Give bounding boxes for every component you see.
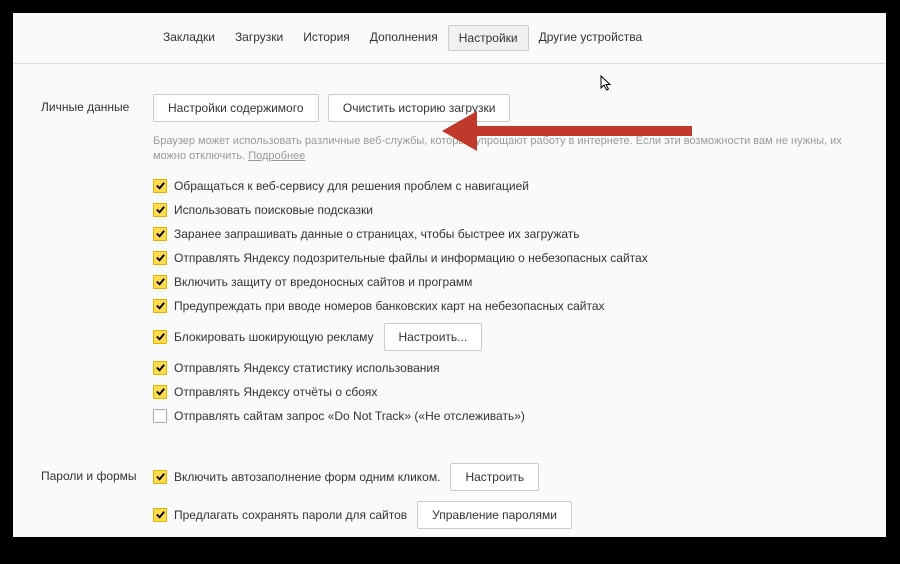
personal-row-8: Отправлять Яндексу отчёты о сбоях — [153, 385, 866, 399]
personal-checkbox-2[interactable] — [153, 227, 167, 241]
hint-text: Браузер может использовать различные веб… — [153, 134, 866, 165]
personal-label-5: Предупреждать при вводе номеров банковск… — [174, 299, 605, 313]
personal-checkbox-6[interactable] — [153, 330, 167, 344]
personal-row-7: Отправлять Яндексу статистику использова… — [153, 361, 866, 375]
personal-checkbox-4[interactable] — [153, 275, 167, 289]
personal-label-0: Обращаться к веб-сервису для решения про… — [174, 179, 529, 193]
passwords-row-0: Включить автозаполнение форм одним клико… — [153, 463, 866, 491]
clear-history-button[interactable]: Очистить историю загрузки — [328, 94, 511, 122]
personal-row-3: Отправлять Яндексу подозрительные файлы … — [153, 251, 866, 265]
tab-addons[interactable]: Дополнения — [360, 25, 448, 51]
personal-row-9: Отправлять сайтам запрос «Do Not Track» … — [153, 409, 866, 423]
personal-row-2: Заранее запрашивать данные о страницах, … — [153, 227, 866, 241]
tab-settings[interactable]: Настройки — [448, 25, 529, 51]
section-title-personal: Личные данные — [13, 94, 153, 433]
personal-label-4: Включить защиту от вредоносных сайтов и … — [174, 275, 472, 289]
content-area: Личные данные Настройки содержимого Очис… — [13, 64, 886, 537]
personal-checkbox-1[interactable] — [153, 203, 167, 217]
personal-label-2: Заранее запрашивать данные о страницах, … — [174, 227, 580, 241]
passwords-checkbox-0[interactable] — [153, 470, 167, 484]
passwords-button-1[interactable]: Управление паролями — [417, 501, 572, 529]
tab-downloads[interactable]: Загрузки — [225, 25, 293, 51]
personal-checkbox-0[interactable] — [153, 179, 167, 193]
personal-checkbox-5[interactable] — [153, 299, 167, 313]
tab-history[interactable]: История — [293, 25, 360, 51]
personal-label-1: Использовать поисковые подсказки — [174, 203, 373, 217]
section-passwords: Пароли и формы Включить автозаполнение ф… — [13, 463, 886, 537]
personal-row-0: Обращаться к веб-сервису для решения про… — [153, 179, 866, 193]
personal-label-7: Отправлять Яндексу статистику использова… — [174, 361, 440, 375]
top-tabs: Закладки Загрузки История Дополнения Нас… — [13, 13, 886, 64]
personal-checkbox-3[interactable] — [153, 251, 167, 265]
personal-checkbox-8[interactable] — [153, 385, 167, 399]
passwords-row-1: Предлагать сохранять пароли для сайтов Уп… — [153, 501, 866, 529]
tab-bookmarks[interactable]: Закладки — [153, 25, 225, 51]
personal-checkbox-7[interactable] — [153, 361, 167, 375]
personal-row-6: Блокировать шокирующую рекламу Настроить.… — [153, 323, 866, 351]
section-title-passwords: Пароли и формы — [13, 463, 153, 537]
content-settings-button[interactable]: Настройки содержимого — [153, 94, 319, 122]
personal-label-6: Блокировать шокирующую рекламу — [174, 330, 374, 344]
passwords-checkbox-1[interactable] — [153, 508, 167, 522]
personal-checkbox-9[interactable] — [153, 409, 167, 423]
section-personal-data: Личные данные Настройки содержимого Очис… — [13, 94, 886, 433]
personal-row-5: Предупреждать при вводе номеров банковск… — [153, 299, 866, 313]
personal-row-1: Использовать поисковые подсказки — [153, 203, 866, 217]
personal-row-4: Включить защиту от вредоносных сайтов и … — [153, 275, 866, 289]
personal-label-3: Отправлять Яндексу подозрительные файлы … — [174, 251, 648, 265]
personal-label-8: Отправлять Яндексу отчёты о сбоях — [174, 385, 377, 399]
tab-devices[interactable]: Другие устройства — [529, 25, 653, 51]
passwords-label-0: Включить автозаполнение форм одним клико… — [174, 470, 440, 484]
personal-label-9: Отправлять сайтам запрос «Do Not Track» … — [174, 409, 525, 423]
settings-window: Закладки Загрузки История Дополнения Нас… — [13, 13, 886, 537]
personal-button-6[interactable]: Настроить... — [384, 323, 483, 351]
hint-link[interactable]: Подробнее — [248, 150, 305, 162]
passwords-button-0[interactable]: Настроить — [450, 463, 539, 491]
passwords-label-1: Предлагать сохранять пароли для сайтов — [174, 508, 407, 522]
